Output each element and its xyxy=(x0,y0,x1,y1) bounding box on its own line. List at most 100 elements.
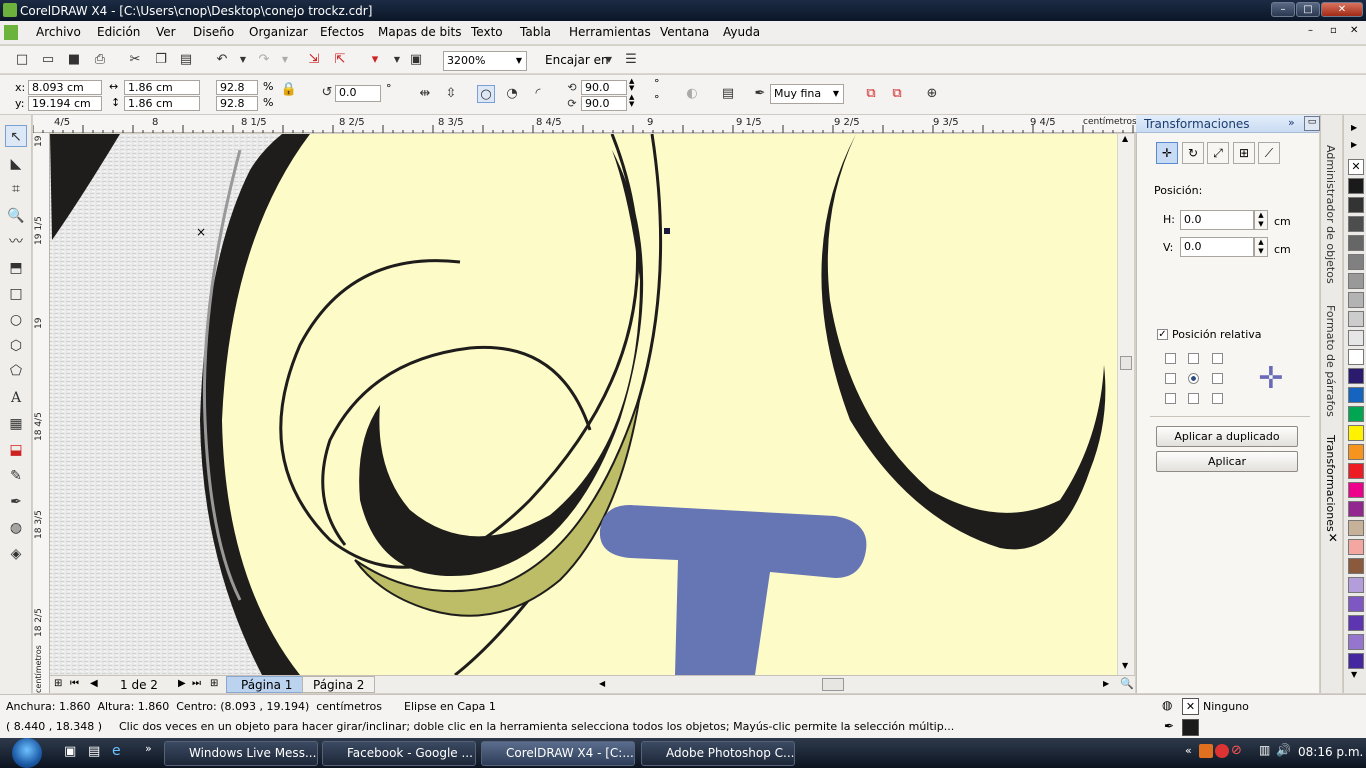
width-field[interactable]: 1.86 cm xyxy=(124,80,200,95)
minimize-button[interactable]: – xyxy=(1271,2,1295,17)
scroll-right-icon[interactable]: ▶ xyxy=(1103,679,1109,688)
menu-ventana[interactable]: Ventana xyxy=(660,25,709,39)
options-icon[interactable]: ☰ xyxy=(622,51,640,69)
rectangle-tool-icon[interactable]: □ xyxy=(5,283,27,305)
menu-mapas-de-bits[interactable]: Mapas de bits xyxy=(378,25,461,39)
color-swatch[interactable] xyxy=(1348,406,1364,422)
object-center-marker[interactable]: × xyxy=(196,225,206,239)
apply-button[interactable]: Aplicar xyxy=(1156,451,1298,472)
v-spinner[interactable]: ▲ ▼ xyxy=(1254,237,1268,257)
anchor-top-center[interactable] xyxy=(1188,353,1199,364)
end-angle-spinner[interactable]: ▲ ▼ xyxy=(629,94,634,108)
text-tool-icon[interactable]: A xyxy=(5,387,27,409)
last-page-icon[interactable]: ⏭ xyxy=(192,678,201,689)
skew-mode-icon[interactable]: ⟋ xyxy=(1258,142,1280,164)
docker-expand-icon[interactable]: » xyxy=(1288,116,1295,129)
scroll-down-icon[interactable]: ▼ xyxy=(1122,661,1128,670)
switch-windows-icon[interactable]: ▤ xyxy=(88,744,100,759)
blue-t-shape[interactable] xyxy=(599,505,867,675)
color-swatch[interactable] xyxy=(1348,197,1364,213)
palette-scroll-up-icon[interactable]: ▶ xyxy=(1351,123,1357,132)
color-swatch[interactable] xyxy=(1348,178,1364,194)
start-angle-field[interactable]: 90.0 xyxy=(581,80,627,95)
undo-icon[interactable]: ↶ xyxy=(213,51,231,69)
paste-icon[interactable]: ▤ xyxy=(177,51,195,69)
outline-tool-icon[interactable]: ✒ xyxy=(5,491,27,513)
color-swatch[interactable] xyxy=(1348,501,1364,517)
tab-pagina-2[interactable]: Página 2 xyxy=(302,676,376,693)
to-back-icon[interactable]: ⧉ xyxy=(888,85,906,103)
selection-handle[interactable] xyxy=(664,228,670,234)
table-tool-icon[interactable]: ▦ xyxy=(5,413,27,435)
new-document-icon[interactable]: □ xyxy=(13,51,31,69)
anchor-bottom-center[interactable] xyxy=(1188,393,1199,404)
next-page-icon[interactable]: ▶ xyxy=(178,678,186,689)
pie-mode-icon[interactable]: ◔ xyxy=(503,85,521,103)
anchor-bottom-right[interactable] xyxy=(1212,393,1223,404)
color-swatch[interactable] xyxy=(1348,235,1364,251)
color-swatch[interactable] xyxy=(1348,292,1364,308)
zoom-tool-icon[interactable]: 🔍 xyxy=(5,205,27,227)
palette-scroll-down-icon[interactable]: ▼ xyxy=(1351,670,1357,679)
anchor-bottom-left[interactable] xyxy=(1165,393,1176,404)
color-swatch[interactable] xyxy=(1348,577,1364,593)
color-swatch[interactable] xyxy=(1348,254,1364,270)
right-curl-shape[interactable] xyxy=(821,134,1106,550)
print-icon[interactable]: ⎙ xyxy=(91,51,109,69)
doc-close-button[interactable]: ✕ xyxy=(1350,25,1358,36)
interactive-fill-tool-icon[interactable]: ◈ xyxy=(5,543,27,565)
menu-edicion[interactable]: Edición xyxy=(97,25,140,39)
welcome-screen-icon[interactable]: ▣ xyxy=(407,51,425,69)
fill-tool-icon[interactable]: ◍ xyxy=(5,517,27,539)
outline-width-select[interactable]: Muy fina ▼ xyxy=(770,84,844,104)
menu-organizar[interactable]: Organizar xyxy=(249,25,308,39)
internet-explorer-icon[interactable]: e xyxy=(112,743,121,759)
tab-object-manager[interactable]: Administrador de objetos xyxy=(1324,145,1337,284)
doc-minimize-button[interactable]: – xyxy=(1308,25,1313,36)
menu-diseno[interactable]: Diseño xyxy=(193,25,234,39)
color-swatch[interactable] xyxy=(1348,596,1364,612)
task-coreldraw[interactable]: CorelDRAW X4 - [C:... xyxy=(481,741,635,766)
smart-fill-tool-icon[interactable]: ⬒ xyxy=(5,257,27,279)
h-spinner[interactable]: ▲ ▼ xyxy=(1254,210,1268,230)
v-position-input[interactable]: 0.0 xyxy=(1180,237,1254,257)
eyedropper-tool-icon[interactable]: ✎ xyxy=(5,465,27,487)
quicklaunch-more-icon[interactable]: » xyxy=(145,742,152,755)
color-swatch[interactable] xyxy=(1348,425,1364,441)
menu-texto[interactable]: Texto xyxy=(471,25,503,39)
end-angle-field[interactable]: 90.0 xyxy=(581,96,627,111)
color-swatch[interactable] xyxy=(1348,520,1364,536)
task-adobe-photoshop[interactable]: Adobe Photoshop C... xyxy=(641,741,795,766)
crop-tool-icon[interactable]: ⌗ xyxy=(5,178,27,200)
snap-dropdown-icon[interactable]: ▼ xyxy=(600,51,618,69)
tray-expand-icon[interactable]: « xyxy=(1185,744,1192,757)
arc-mode-icon[interactable]: ◜ xyxy=(529,85,547,103)
export-icon[interactable]: ⇱ xyxy=(331,51,349,69)
scale-width-field[interactable]: 92.8 xyxy=(216,80,258,95)
x-position-field[interactable]: 8.093 cm xyxy=(28,80,102,95)
color-swatch[interactable] xyxy=(1348,444,1364,460)
anchor-middle-right[interactable] xyxy=(1212,373,1223,384)
task-windows-live-messenger[interactable]: Windows Live Mess... xyxy=(164,741,318,766)
color-swatch[interactable] xyxy=(1348,216,1364,232)
outline-color-swatch[interactable] xyxy=(1182,719,1199,736)
menu-herramientas[interactable]: Herramientas xyxy=(569,25,651,39)
navigator-zoom-icon[interactable]: 🔍 xyxy=(1120,677,1134,690)
vertical-ruler[interactable]: 19 19 1/5 19 18 4/5 18 3/5 18 2/5 centím… xyxy=(33,133,50,693)
maximize-button[interactable]: □ xyxy=(1296,2,1320,17)
doc-restore-button[interactable]: ▫ xyxy=(1330,25,1337,36)
shape-tool-icon[interactable]: ◣ xyxy=(5,153,27,175)
redo-dropdown-icon[interactable]: ▼ xyxy=(276,51,294,69)
anchor-top-right[interactable] xyxy=(1212,353,1223,364)
mirror-vertical-icon[interactable]: ⇳ xyxy=(442,85,460,103)
relative-position-checkbox[interactable]: ✓ xyxy=(1157,329,1168,340)
start-orb-icon[interactable] xyxy=(12,738,42,768)
color-swatch[interactable] xyxy=(1348,558,1364,574)
y-position-field[interactable]: 19.194 cm xyxy=(28,96,102,111)
horizontal-ruler[interactable]: 4/5 8 8 1/5 8 2/5 8 3/5 8 4/5 9 9 1/5 9 … xyxy=(33,115,1137,133)
menu-ayuda[interactable]: Ayuda xyxy=(723,25,760,39)
convert-to-curves-icon[interactable]: ⊕ xyxy=(923,85,941,103)
color-swatch[interactable] xyxy=(1348,311,1364,327)
no-fill-swatch[interactable]: ✕ xyxy=(1182,698,1199,715)
app-launcher-icon[interactable]: ▾ xyxy=(366,51,384,69)
